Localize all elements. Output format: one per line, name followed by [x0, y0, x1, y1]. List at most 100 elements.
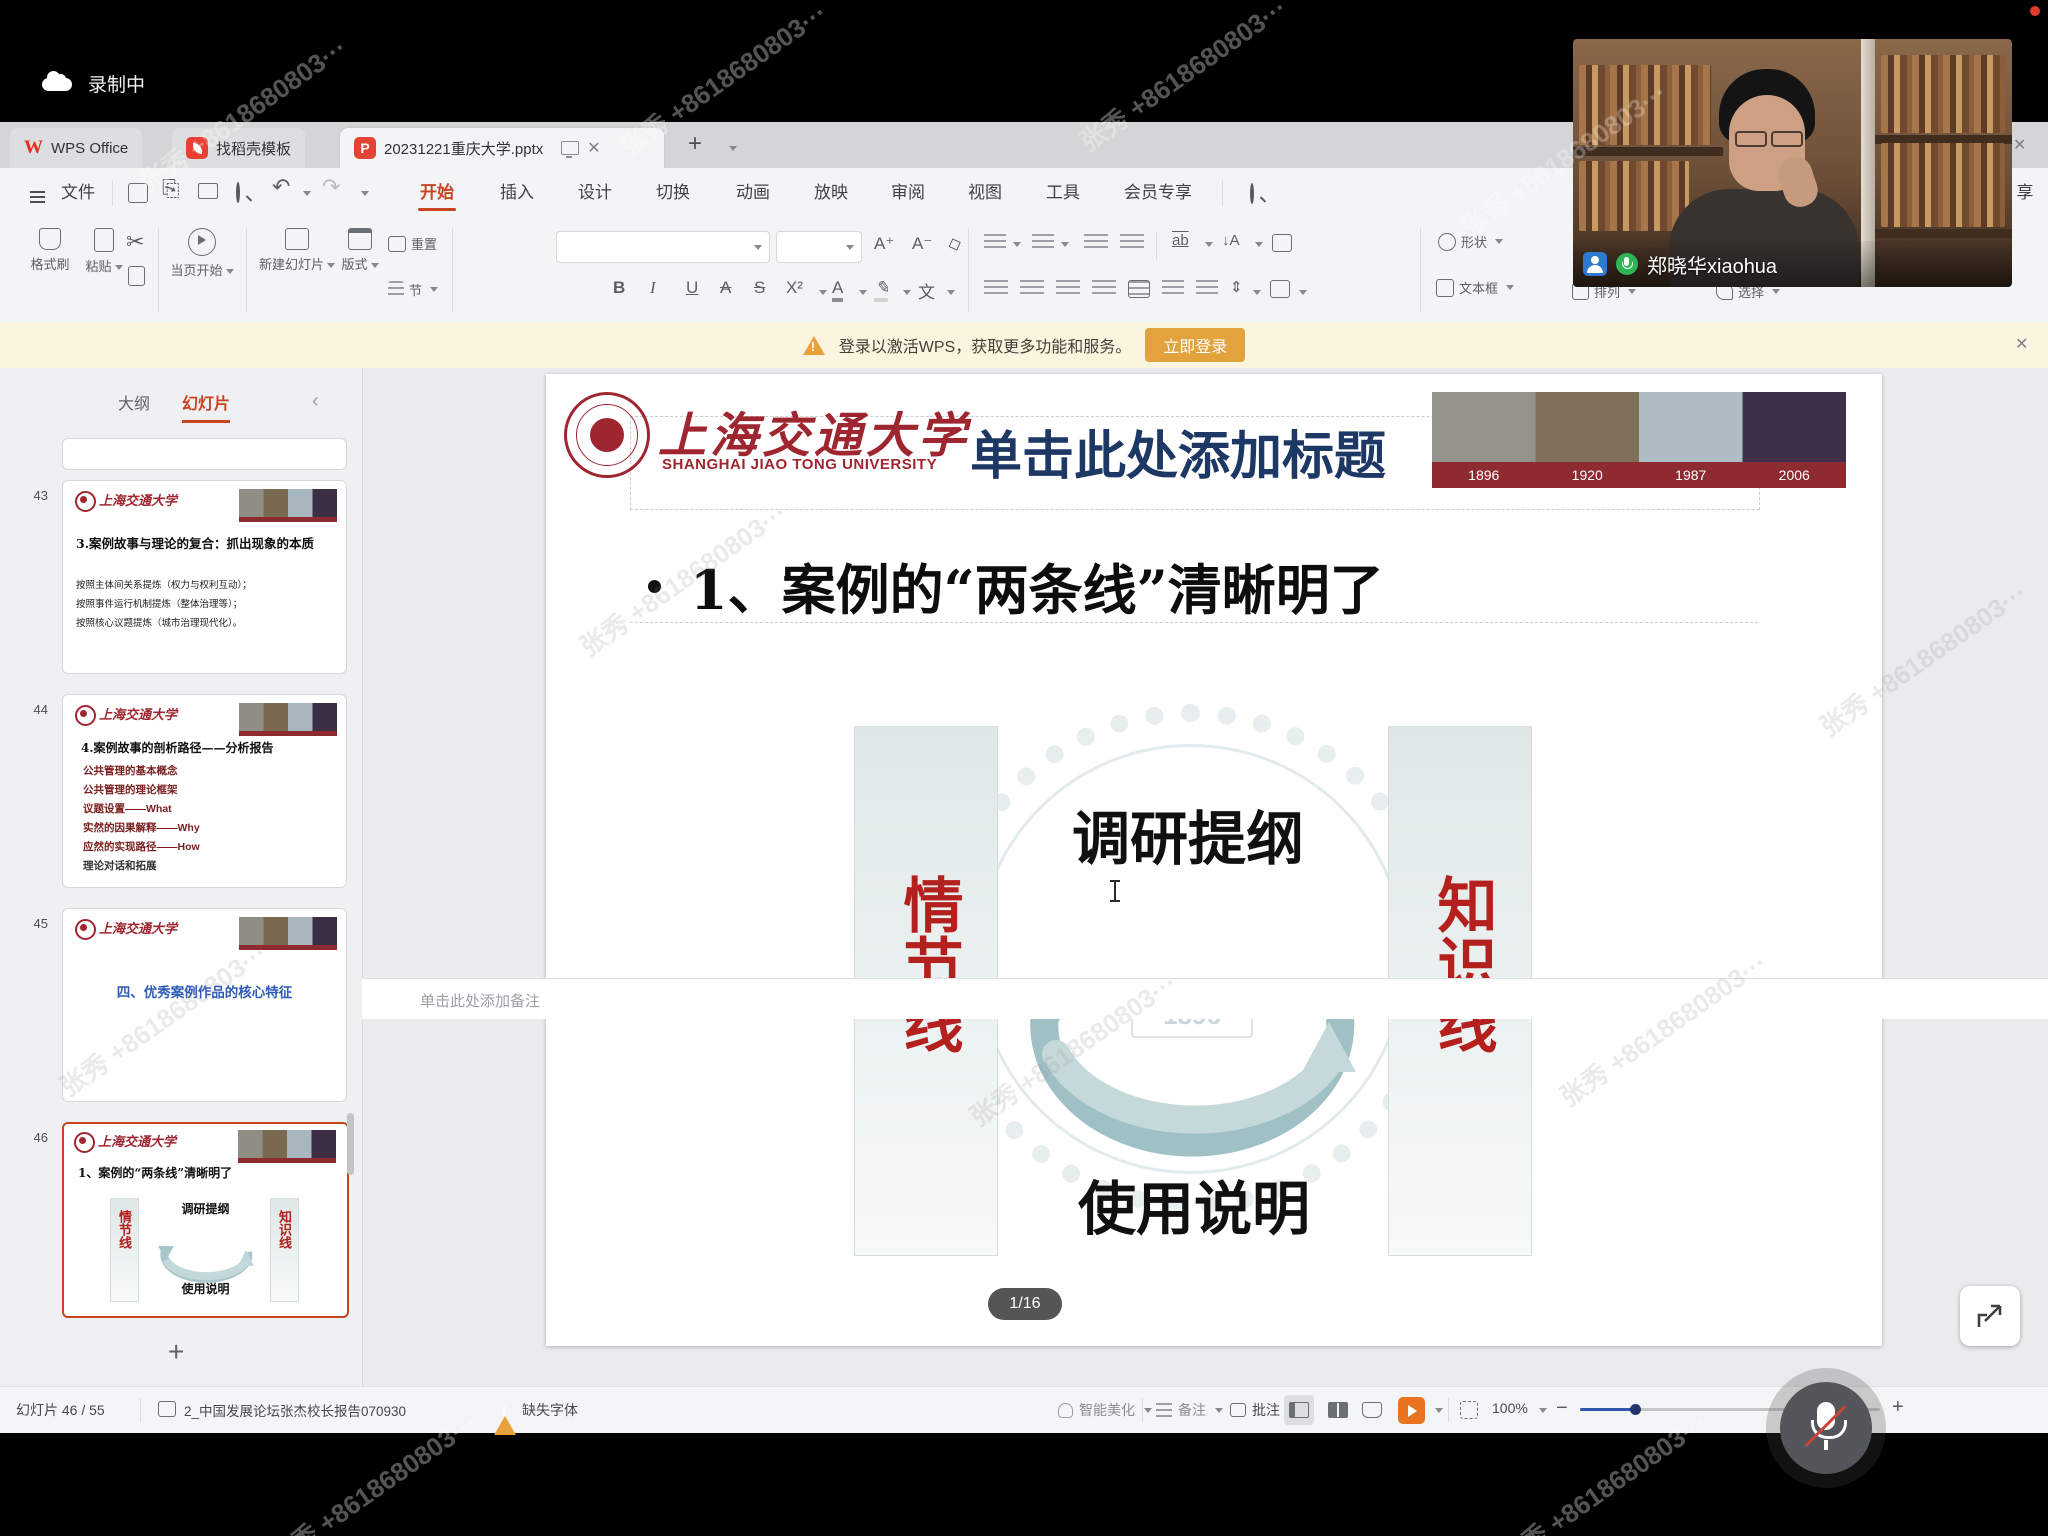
bold-button[interactable]: B [613, 278, 625, 298]
new-tab-button[interactable]: + [688, 130, 702, 158]
zoom-slider-handle[interactable] [1630, 1404, 1641, 1415]
present-monitor-icon[interactable] [561, 141, 579, 155]
strikethrough-button[interactable]: A [720, 278, 731, 298]
increase-indent-icon[interactable] [1120, 234, 1144, 252]
zoom-in-button[interactable]: + [1892, 1396, 1904, 1419]
format-painter-button[interactable]: 格式刷 [18, 228, 82, 273]
slide-thumb-43[interactable]: 上海交通大学 3.案例故事与理论的复合：抓出现象的本质 按照主体间关系提炼（权力… [62, 480, 347, 674]
fit-slide-icon[interactable] [1460, 1401, 1478, 1419]
decrease-font-button[interactable]: A⁻ [912, 234, 932, 254]
phonetic-chevron-icon[interactable] [947, 290, 955, 295]
slideshow-play-button[interactable] [1398, 1397, 1425, 1424]
menu-transition[interactable]: 切换 [648, 177, 698, 209]
tab-outline[interactable]: 大纲 [118, 390, 150, 414]
bullet-list-icon[interactable] [984, 234, 1006, 252]
italic-button[interactable]: I [650, 278, 656, 298]
underline-button[interactable]: U [686, 278, 698, 298]
cut-icon[interactable]: ✂ [126, 230, 144, 255]
collapse-panel-icon[interactable]: ‹ [312, 390, 319, 413]
menu-review[interactable]: 审阅 [883, 177, 933, 209]
menu-slideshow[interactable]: 放映 [806, 177, 856, 209]
print-icon[interactable] [198, 183, 218, 199]
paste-button[interactable]: 粘贴 [74, 228, 134, 275]
increase-font-button[interactable]: A⁺ [874, 234, 894, 254]
normal-view-selected[interactable] [1284, 1395, 1314, 1425]
save-icon[interactable] [128, 183, 148, 203]
font-family-select[interactable] [556, 231, 770, 263]
copy-icon[interactable] [128, 266, 145, 286]
slide-thumb-42-partial[interactable] [62, 438, 347, 470]
font-color-button[interactable]: A [832, 278, 843, 302]
decrease-indent-icon[interactable] [1084, 234, 1108, 252]
menu-member[interactable]: 会员专享 [1116, 177, 1200, 209]
section-button[interactable]: 节 [388, 280, 438, 299]
notice-close-icon[interactable]: ✕ [2015, 334, 2028, 354]
slide-canvas[interactable]: 1896 上海交通大学 SHANGHAI JIAO TONG UNIVERSIT… [546, 374, 1882, 1346]
clear-format-icon[interactable]: ◇ [945, 232, 964, 255]
play-from-page-button[interactable]: 当页开始 [162, 228, 242, 279]
align-left-icon[interactable] [984, 280, 1008, 298]
numbered-chevron-icon[interactable] [1061, 242, 1069, 247]
tab-document-active[interactable]: P 20231221重庆大学.pptx ✕ [340, 128, 664, 168]
reset-button[interactable]: 重置 [388, 234, 437, 253]
text-direction-icon[interactable]: ↓A [1222, 232, 1240, 249]
slide-title-placeholder[interactable]: 单击此处添加标题 [970, 414, 1386, 489]
diagram-left-label[interactable]: 情节线 [884, 874, 972, 1054]
webcam-window[interactable]: 郑晓华xiaohua [1573, 39, 2012, 287]
slide-thumb-44[interactable]: 上海交通大学 4.案例故事的剖析路径——分析报告 公共管理的基本概念 公共管理的… [62, 694, 347, 888]
menu-design[interactable]: 设计 [570, 177, 620, 209]
char-spacing-icon[interactable]: ab [1172, 232, 1189, 249]
redo-chevron-icon[interactable] [361, 191, 369, 196]
undo-chevron-icon[interactable] [303, 191, 311, 196]
slide-thumb-46-selected[interactable]: 上海交通大学 1、案例的“两条线”清晰明了 调研提纲 情节线 知识线 使用说明 [62, 1122, 349, 1318]
zoom-level[interactable]: 100% [1492, 1400, 1528, 1416]
login-now-button[interactable]: 立即登录 [1145, 328, 1245, 362]
highlight-button[interactable]: ✎ [873, 278, 892, 302]
mic-mute-button[interactable] [1780, 1382, 1872, 1474]
textbox-button[interactable]: 文本框 [1436, 278, 1514, 297]
shapes-button[interactable]: 形状 [1438, 232, 1503, 251]
text-align-box-icon[interactable] [1270, 280, 1290, 298]
menu-view[interactable]: 视图 [960, 177, 1010, 209]
find-icon[interactable] [236, 182, 240, 203]
add-slide-button[interactable]: + [168, 1336, 184, 1368]
zoom-chevron-icon[interactable] [1539, 1408, 1547, 1413]
window-close-button[interactable]: ✕ [2013, 135, 2026, 155]
line-spacing-icon[interactable] [1162, 280, 1184, 298]
tab-slides[interactable]: 幻灯片 [182, 390, 230, 423]
slide-thumb-45[interactable]: 上海交通大学 四、优秀案例作品的核心特征 [62, 908, 347, 1102]
menu-home[interactable]: 开始 [412, 177, 462, 209]
redo-icon[interactable]: ↷ [322, 175, 340, 200]
floating-present-button[interactable] [1960, 1286, 2020, 1346]
menu-animation[interactable]: 动画 [728, 177, 778, 209]
menu-insert[interactable]: 插入 [492, 177, 542, 209]
notes-button[interactable]: 备注 [1156, 1400, 1223, 1420]
superscript-chevron-icon[interactable] [819, 290, 827, 295]
layout-button[interactable]: 版式 [332, 228, 388, 273]
theme-name[interactable]: 2_中国发展论坛张杰校长报告070930 [184, 1400, 406, 1420]
font-size-select[interactable] [776, 231, 862, 263]
close-tab-icon[interactable]: ✕ [587, 138, 600, 158]
search-icon[interactable] [1250, 183, 1254, 204]
grid-view-icon[interactable] [1328, 1402, 1348, 1418]
beautify-button[interactable]: 智能美化 [1058, 1400, 1152, 1420]
justify-icon[interactable] [1092, 280, 1116, 298]
menu-file[interactable]: 文件 [56, 177, 100, 209]
highlight-chevron-icon[interactable] [903, 290, 911, 295]
distribute-icon[interactable] [1128, 280, 1150, 298]
diagram-right-label[interactable]: 知识线 [1418, 874, 1506, 1054]
line-height-icon[interactable]: ⇕ [1230, 278, 1243, 296]
zoom-out-button[interactable]: − [1556, 1397, 1568, 1420]
tab-wps-home[interactable]: W WPS Office [10, 128, 142, 168]
bullet-chevron-icon[interactable] [1013, 242, 1021, 247]
missing-font-label[interactable]: 缺失字体 [522, 1400, 578, 1420]
new-slide-button[interactable]: 新建幻灯片 [250, 228, 344, 273]
phonetic-button[interactable]: 文 [918, 278, 935, 303]
superscript-button[interactable]: X² [786, 278, 803, 298]
diagram-bottom-label[interactable]: 使用说明 [1078, 1162, 1310, 1246]
comment-button[interactable]: 批注 [1230, 1400, 1280, 1420]
sidebar-scrollbar[interactable] [347, 1113, 354, 1175]
menu-tools[interactable]: 工具 [1038, 177, 1088, 209]
strike-button[interactable]: S [754, 278, 765, 298]
reading-view-icon[interactable] [1362, 1402, 1382, 1418]
